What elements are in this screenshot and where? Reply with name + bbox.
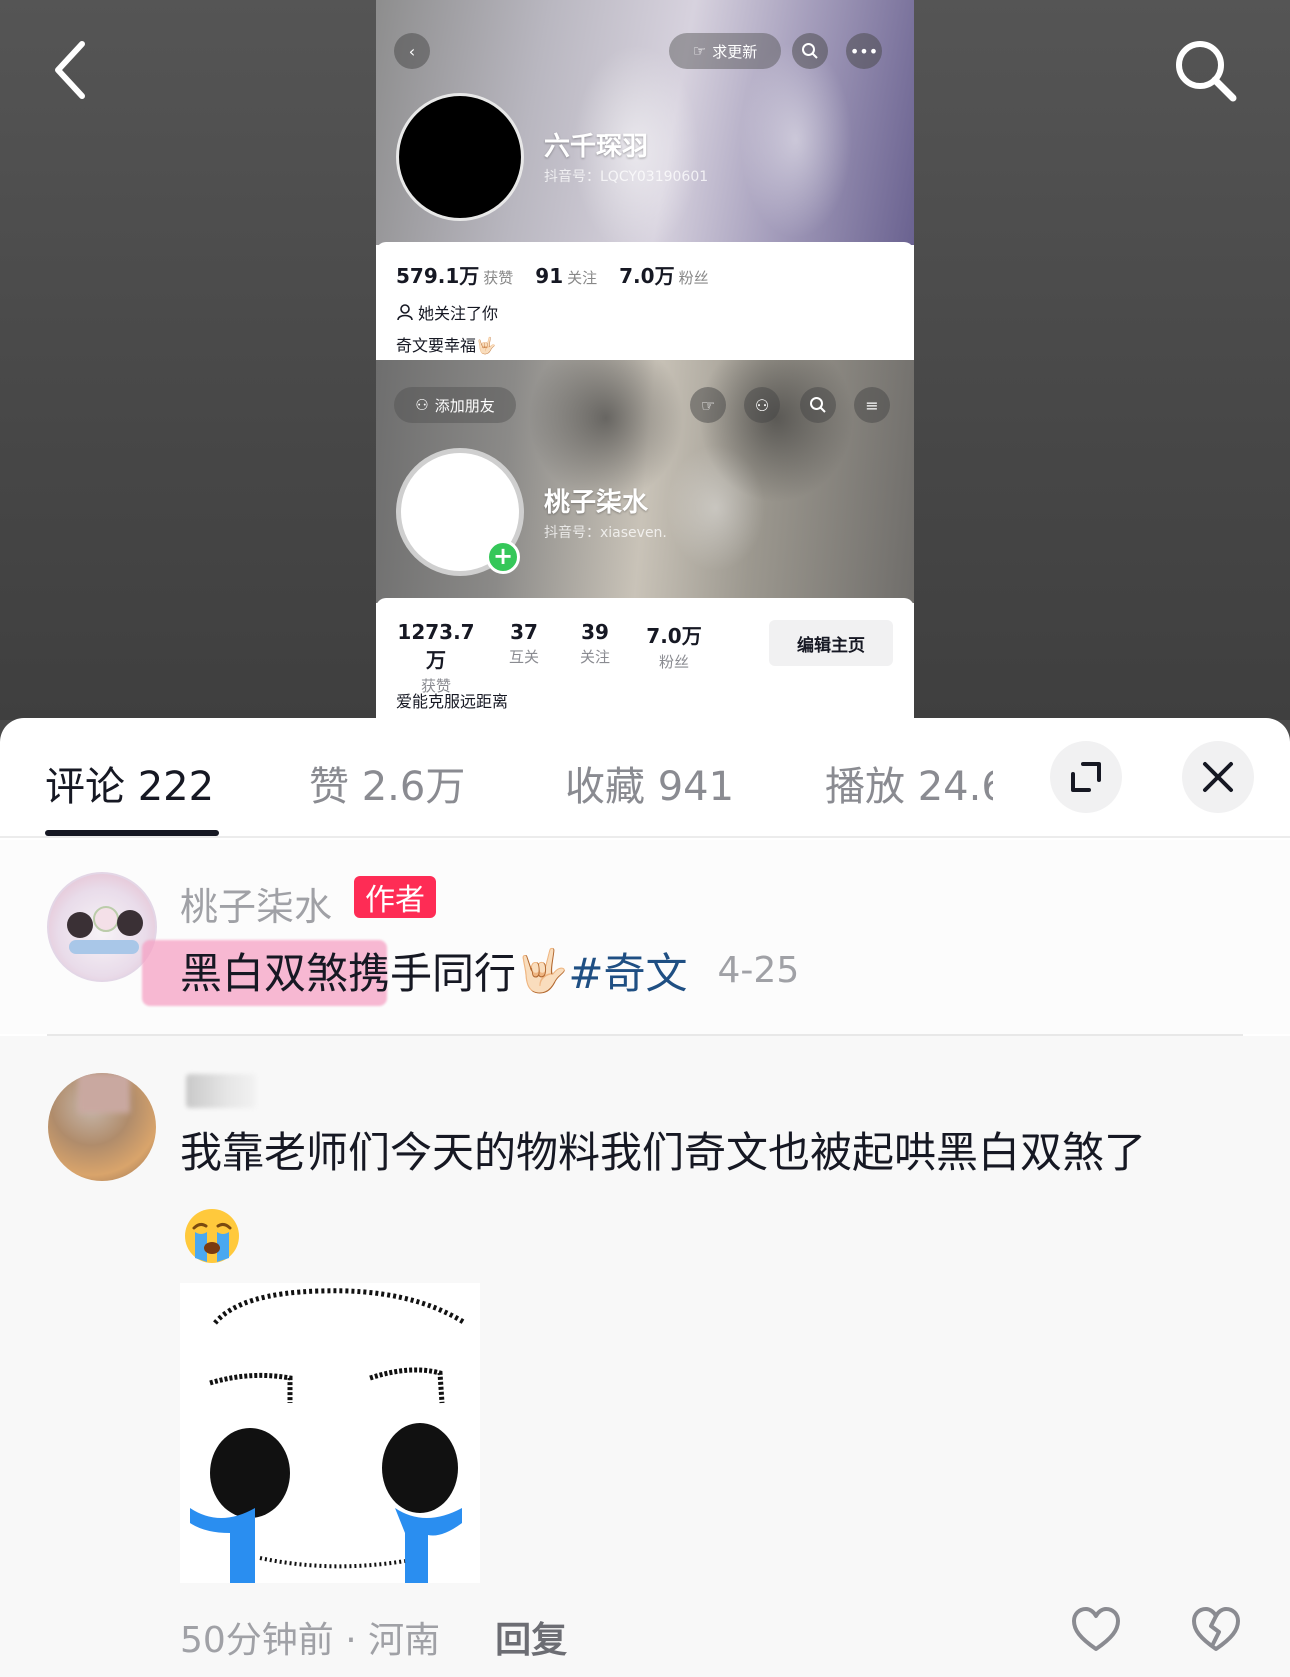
mini-search-icon: [792, 33, 828, 69]
heart-icon[interactable]: [1070, 1604, 1122, 1656]
tab-plays[interactable]: 播放 24.6: [825, 754, 993, 812]
avatar[interactable]: [47, 872, 157, 982]
profile-bio: 奇文要幸福🤟🏻: [396, 336, 496, 355]
comment-username[interactable]: 桃子柒水: [180, 876, 332, 931]
sheet-tab-bar: 评论 222 赞 2.6万 收藏 941 播放 24.6: [0, 718, 1290, 838]
search-icon: [1176, 41, 1237, 102]
stat-mutual: 37 互关: [508, 620, 539, 666]
profile-douyin-id: 抖音号：LQCY03190601: [544, 169, 709, 185]
author-comment: 桃子柒水 作者 黑白双煞 携手同行 🤟🏻 #奇文 4-25: [0, 840, 1290, 1034]
tab-comments[interactable]: 评论 222: [45, 754, 214, 812]
add-user-icon: ⚇: [415, 396, 429, 414]
mini-menu-icon: ≡: [854, 387, 890, 423]
avatar-mosaic: [78, 1073, 130, 1113]
mini-friends-icon: ⚇: [744, 387, 780, 423]
reply-button[interactable]: 回复: [495, 1611, 567, 1663]
followed-you-line: 她关注了你: [396, 300, 498, 324]
stat-likes: 1273.7万 获赞: [397, 620, 475, 695]
tab-favorites[interactable]: 收藏 941: [565, 754, 734, 812]
stat-followers: 7.0万 粉丝: [646, 624, 702, 671]
profile-douyin-id: 抖音号：xiaseven.: [544, 525, 667, 541]
profile-name: 六千琛羽: [544, 132, 649, 162]
avatar-figure: [93, 906, 119, 932]
stat-likes: 579.1万 获赞: [396, 264, 514, 288]
profile-bio: 爱能克服远距离: [396, 692, 509, 711]
avatar-figure: [67, 912, 93, 938]
avatar[interactable]: [48, 1073, 156, 1181]
back-button[interactable]: [30, 30, 110, 110]
user-icon: [397, 304, 413, 321]
expand-button[interactable]: [1050, 741, 1122, 813]
profile-name: 桃子柒水: [544, 488, 649, 518]
comment-sheet: 评论 222 赞 2.6万 收藏 941 播放 24.6 桃子柒水 作者 黑白双…: [0, 718, 1290, 1677]
author-badge: 作者: [354, 876, 436, 918]
active-tab-indicator: [45, 830, 219, 836]
comment-time-location: 50分钟前 · 河南: [180, 1620, 441, 1661]
comment-username[interactable]: …: [186, 1074, 256, 1108]
pointing-hand-icon: ☞: [692, 42, 707, 60]
rock-hand-emoji: 🤟🏻: [516, 945, 569, 995]
broken-heart-icon[interactable]: [1190, 1604, 1242, 1656]
comment-text: 我靠老师们今天的物料我们奇文也被起哄黑白双煞了: [180, 1128, 1147, 1177]
comment-item: … 我靠老师们今天的物料我们奇文也被起哄黑白双煞了 50分钟前 · 河南 回复: [0, 1036, 1290, 1677]
hashtag-link[interactable]: #奇文: [568, 940, 687, 1001]
mini-search-icon: [800, 387, 836, 423]
profile-info-card: 1273.7万 获赞 37 互关 39 关注 7.0万 粉丝 编辑主页 爱能克服远距离: [376, 598, 914, 720]
mini-back-icon: ‹: [394, 33, 430, 69]
chevron-left-icon: [55, 41, 85, 99]
mini-pointing-hand-icon: ☞: [690, 387, 726, 423]
profile-avatar: [396, 93, 524, 221]
add-plus-icon: +: [486, 540, 520, 574]
search-button[interactable]: [1165, 30, 1245, 110]
want-update-pill: ☞ 求更新: [669, 33, 781, 69]
comment-text: 黑白双煞 携手同行 🤟🏻 #奇文 4-25: [180, 940, 799, 1001]
comment-date: 4-25: [717, 950, 800, 991]
tab-likes[interactable]: 赞 2.6万: [309, 754, 465, 812]
avatar-figure: [117, 910, 143, 936]
avatar-decoration: [69, 940, 139, 954]
close-button[interactable]: [1182, 741, 1254, 813]
profile-stats: 579.1万 获赞 91 关注 7.0万 粉丝: [396, 260, 709, 289]
crying-sticker-image: [180, 1283, 480, 1583]
expand-icon: [1071, 762, 1101, 792]
crying-face-icon: [185, 1209, 239, 1263]
edit-profile-button: 编辑主页: [769, 620, 893, 666]
stat-following: 39 关注: [579, 620, 610, 666]
comment-meta: 50分钟前 · 河南 回复: [180, 1611, 567, 1663]
add-friend-pill: ⚇ 添加朋友: [394, 387, 516, 423]
profile-info-card: 579.1万 获赞 91 关注 7.0万 粉丝 她关注了你 奇文要幸福🤟🏻: [376, 242, 914, 360]
stat-following: 91 关注: [535, 264, 598, 288]
close-icon: [1203, 762, 1233, 792]
stat-followers: 7.0万 粉丝: [619, 264, 709, 288]
mini-more-icon: •••: [846, 33, 882, 69]
video-screenshot-content: ‹ ☞ 求更新 ••• 六千琛羽 抖音号：LQCY03190601 579.1万…: [376, 0, 914, 720]
